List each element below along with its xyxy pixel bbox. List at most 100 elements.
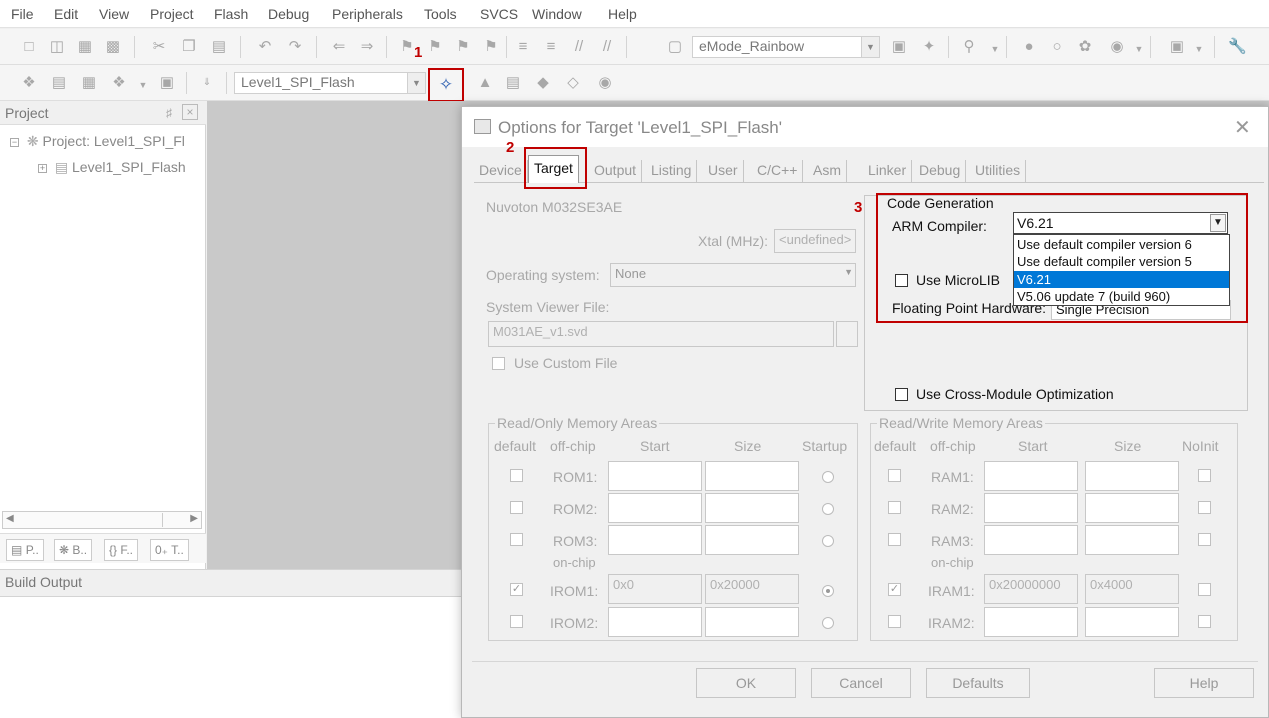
tab-books[interactable]: ❋ B.. (54, 539, 93, 561)
ram3-default-checkbox[interactable] (888, 533, 901, 546)
rom1-size-input[interactable] (705, 461, 799, 491)
project-tree-target[interactable]: + ▤ Level1_SPI_Flash (38, 159, 186, 176)
custom-file-checkbox[interactable] (492, 357, 505, 370)
cut-icon[interactable]: ✂ (150, 38, 168, 56)
close-icon[interactable]: ✕ (1234, 115, 1251, 140)
menu-edit[interactable]: Edit (54, 6, 78, 22)
debug-session-icon[interactable]: ⚲ (960, 38, 978, 56)
rom2-size-input[interactable] (705, 493, 799, 523)
close-icon[interactable]: × (182, 104, 198, 120)
ram1-start-input[interactable] (984, 461, 1078, 491)
chevron-down-icon[interactable]: ▼ (134, 76, 152, 94)
rom1-default-checkbox[interactable] (510, 469, 523, 482)
expand-icon[interactable]: + (38, 163, 47, 173)
menu-project[interactable]: Project (150, 6, 194, 22)
unindent-icon[interactable]: ≡ (542, 38, 560, 56)
find-in-files-icon[interactable]: ▢ (666, 38, 684, 56)
chevron-down-icon[interactable]: ▼ (1130, 40, 1148, 58)
menu-debug[interactable]: Debug (268, 6, 309, 22)
ram2-start-input[interactable] (984, 493, 1078, 523)
rom2-default-checkbox[interactable] (510, 501, 523, 514)
ram3-start-input[interactable] (984, 525, 1078, 555)
pin-icon[interactable]: ♯ (160, 104, 178, 122)
ram2-default-checkbox[interactable] (888, 501, 901, 514)
tab-asm[interactable]: Asm (808, 160, 847, 182)
breakpoint-icon[interactable]: ● (1020, 38, 1038, 56)
irom2-startup-radio[interactable] (822, 617, 834, 629)
copy-icon[interactable]: ❐ (180, 38, 198, 56)
find-icon[interactable]: ▣ (890, 38, 908, 56)
select-packs-icon[interactable]: ▤ (504, 74, 522, 92)
tab-utilities[interactable]: Utilities (970, 160, 1027, 182)
chevron-down-icon[interactable]: ▼ (986, 40, 1004, 58)
defaults-button[interactable]: Defaults (926, 668, 1030, 698)
manage-project-items-icon[interactable]: ▲ (476, 74, 494, 92)
menu-window[interactable]: Window (532, 6, 582, 22)
tab-debug[interactable]: Debug (914, 160, 967, 182)
nav-back-icon[interactable]: ⇐ (330, 38, 348, 56)
irom1-start-input[interactable]: 0x0 (608, 574, 702, 604)
save-all-icon[interactable]: ▩ (104, 38, 122, 56)
iram1-noinit-checkbox[interactable] (1198, 583, 1211, 596)
ram1-noinit-checkbox[interactable] (1198, 469, 1211, 482)
menu-help[interactable]: Help (608, 6, 637, 22)
tab-project[interactable]: ▤ P.. (6, 539, 44, 561)
software-packs-icon[interactable]: ◉ (596, 74, 614, 92)
tab-templates[interactable]: 0₊ T.. (150, 539, 189, 561)
ram2-size-input[interactable] (1085, 493, 1179, 523)
cancel-button[interactable]: Cancel (811, 668, 911, 698)
breakpoint-disable-icon[interactable]: ○ (1048, 38, 1066, 56)
rom3-start-input[interactable] (608, 525, 702, 555)
build-icon[interactable]: ▤ (50, 74, 68, 92)
irom2-default-checkbox[interactable] (510, 615, 523, 628)
save-icon[interactable]: ▦ (76, 38, 94, 56)
chevron-down-icon[interactable]: ▼ (844, 267, 853, 277)
iram2-default-checkbox[interactable] (888, 615, 901, 628)
wrench-icon[interactable]: 🔧 (1228, 38, 1247, 56)
bookmark-clear-icon[interactable]: ⚑ (482, 38, 500, 56)
irom1-default-checkbox[interactable]: ✓ (510, 583, 523, 596)
tab-functions[interactable]: {} F.. (104, 539, 139, 561)
scroll-right-icon[interactable]: ▶ (190, 513, 198, 524)
paste-icon[interactable]: ▤ (210, 38, 228, 56)
iram1-default-checkbox[interactable]: ✓ (888, 583, 901, 596)
pack-installer-icon[interactable]: ◇ (564, 74, 582, 92)
ram1-size-input[interactable] (1085, 461, 1179, 491)
redo-icon[interactable]: ↷ (286, 38, 304, 56)
options-for-target-icon[interactable]: ✧ (437, 76, 455, 94)
irom2-size-input[interactable] (705, 607, 799, 637)
nav-forward-icon[interactable]: ⇒ (358, 38, 376, 56)
tab-c-cpp[interactable]: C/C++ (752, 160, 804, 182)
chevron-down-icon[interactable]: ▼ (407, 73, 425, 93)
incremental-find-icon[interactable]: ✦ (920, 38, 938, 56)
ram1-default-checkbox[interactable] (888, 469, 901, 482)
stop-build-icon[interactable]: ▣ (158, 74, 176, 92)
ok-button[interactable]: OK (696, 668, 796, 698)
svd-input[interactable]: M031AE_v1.svd (488, 321, 834, 347)
breakpoint-kill-icon[interactable]: ✿ (1076, 38, 1094, 56)
rom3-startup-radio[interactable] (822, 535, 834, 547)
menu-peripherals[interactable]: Peripherals (332, 6, 403, 22)
chevron-down-icon[interactable]: ▼ (1190, 40, 1208, 58)
ram3-noinit-checkbox[interactable] (1198, 533, 1211, 546)
batch-build-icon[interactable]: ❖ (110, 74, 128, 92)
xtal-input[interactable]: <undefined> (774, 229, 856, 253)
new-file-icon[interactable]: □ (20, 38, 38, 56)
indent-icon[interactable]: ≡ (514, 38, 532, 56)
help-button[interactable]: Help (1154, 668, 1254, 698)
bookmark-next-icon[interactable]: ⚑ (454, 38, 472, 56)
tab-listing[interactable]: Listing (646, 160, 698, 182)
comment-icon[interactable]: // (570, 38, 588, 56)
iram2-start-input[interactable] (984, 607, 1078, 637)
irom1-startup-radio[interactable] (822, 585, 834, 597)
tab-device[interactable]: Device (474, 160, 528, 182)
collapse-icon[interactable]: − (10, 137, 19, 147)
rom3-size-input[interactable] (705, 525, 799, 555)
os-select[interactable]: None ▼ (610, 263, 856, 287)
iram2-size-input[interactable] (1085, 607, 1179, 637)
rebuild-icon[interactable]: ▦ (80, 74, 98, 92)
tab-linker[interactable]: Linker (863, 160, 913, 182)
tab-output[interactable]: Output (589, 160, 643, 182)
svd-browse-button[interactable] (836, 321, 858, 347)
manage-rte-icon[interactable]: ◆ (534, 74, 552, 92)
